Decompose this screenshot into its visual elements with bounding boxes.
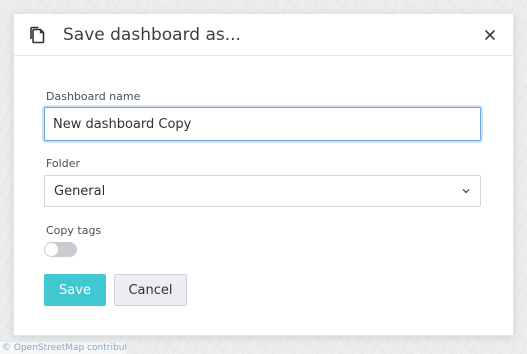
folder-select[interactable]: General: [44, 175, 481, 207]
copy-tags-toggle[interactable]: [44, 242, 77, 257]
map-attribution: © OpenStreetMap contributors: [0, 342, 126, 354]
dashboard-name-label: Dashboard name: [46, 90, 141, 103]
toggle-knob: [45, 243, 58, 256]
modal-title: Save dashboard as...: [63, 25, 241, 45]
modal-header: Save dashboard as...: [14, 14, 513, 56]
cancel-button[interactable]: Cancel: [114, 274, 187, 306]
save-button[interactable]: Save: [44, 274, 106, 306]
save-dashboard-modal: Save dashboard as... Dashboard name Fold…: [13, 13, 514, 336]
folder-select-value: General: [54, 183, 106, 199]
copy-icon: [29, 26, 45, 44]
copy-tags-label: Copy tags: [46, 224, 102, 237]
close-icon: [485, 30, 495, 40]
chevron-down-icon: [462, 189, 470, 194]
dashboard-name-input[interactable]: [44, 107, 481, 141]
folder-label: Folder: [46, 157, 80, 170]
close-button[interactable]: [480, 25, 500, 45]
